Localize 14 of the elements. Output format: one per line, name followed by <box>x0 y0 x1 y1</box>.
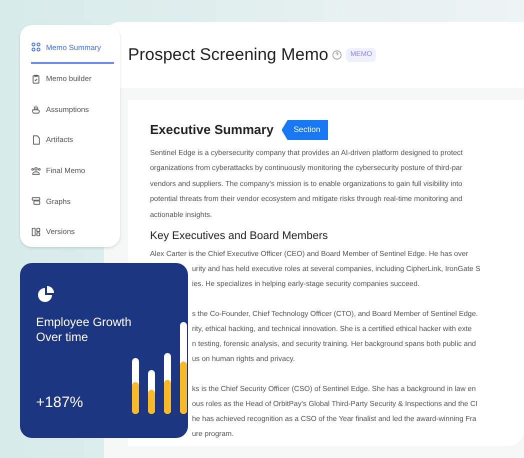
memo-title: Prospect Screening Memo <box>128 44 328 66</box>
columns-icon <box>31 226 41 237</box>
stat-title: Employee Growth Over time <box>36 315 132 345</box>
grid-icon <box>31 42 41 52</box>
section-tag: Section <box>282 120 328 140</box>
pie-chart-icon <box>36 285 56 303</box>
executives-heading: Key Executives and Board Members <box>150 229 329 244</box>
section-title: Executive Summary <box>150 121 274 140</box>
clipboard-icon <box>31 74 41 84</box>
document-icon <box>31 135 41 146</box>
help-icon[interactable] <box>332 50 342 60</box>
people-icon <box>31 166 41 176</box>
stack-icon <box>31 196 41 206</box>
stat-value: +187% <box>36 392 84 412</box>
